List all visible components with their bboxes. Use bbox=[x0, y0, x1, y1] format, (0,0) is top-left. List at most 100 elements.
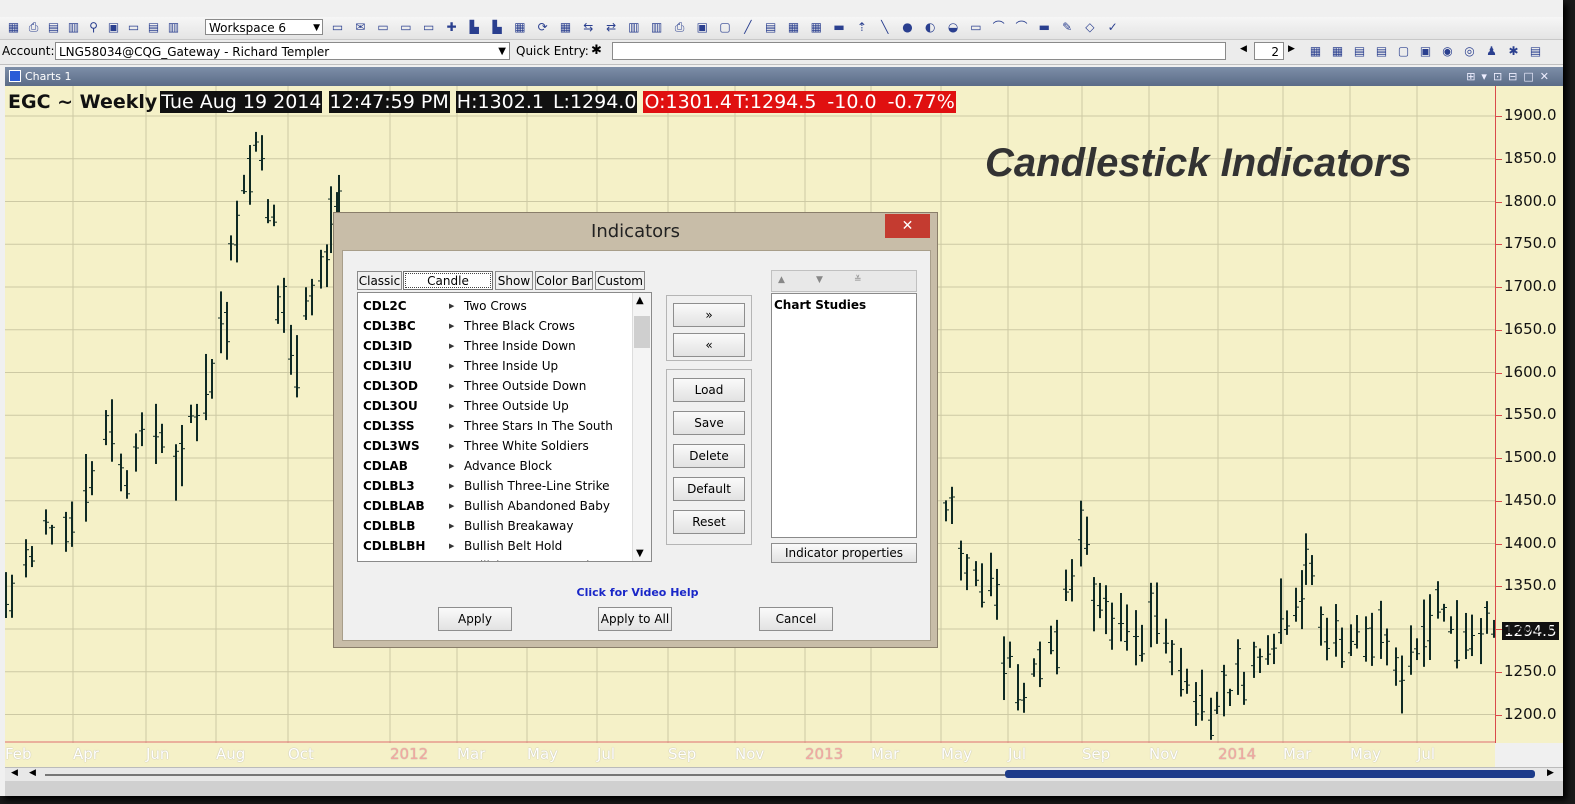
tab-candle-pattern[interactable]: Candle Pattern bbox=[403, 271, 493, 306]
toolbar-icon[interactable]: ▦ bbox=[786, 20, 801, 35]
toolbar-icon[interactable]: ▭ bbox=[376, 20, 391, 35]
toolbar-icon[interactable]: ▦ bbox=[558, 20, 573, 35]
list-item[interactable]: CDL3IU ▶ Three Inside Up bbox=[358, 356, 633, 376]
toolbar-icon[interactable]: ▭ bbox=[126, 20, 141, 35]
scroll-up-icon[interactable]: ▲ bbox=[636, 295, 644, 306]
toolbar-icon[interactable]: ╲ bbox=[877, 20, 892, 35]
toolbar-icon[interactable]: ▭ bbox=[330, 20, 345, 35]
scroll-down-icon[interactable]: ▼ bbox=[636, 548, 644, 559]
tab-show[interactable]: Show bbox=[495, 271, 533, 290]
delete-button[interactable]: Delete bbox=[673, 444, 745, 468]
toolbar-icon[interactable]: ✎ bbox=[1060, 20, 1075, 35]
toolbar-icon[interactable]: ✱ bbox=[1506, 44, 1521, 59]
toolbar-icon[interactable]: ⇆ bbox=[581, 20, 596, 35]
quick-entry-input[interactable] bbox=[612, 42, 1226, 60]
toolbar-icon[interactable]: ◐ bbox=[923, 20, 938, 35]
account-select[interactable]: LNG58034@CQG_Gateway - Richard Templer ▼ bbox=[55, 42, 510, 60]
list-item[interactable]: CDL3WS ▶ Three White Soldiers bbox=[358, 436, 633, 456]
list-item[interactable]: CDLAB ▶ Advance Block bbox=[358, 456, 633, 476]
list-item[interactable]: CDLBLB ▶ Bullish Breakaway bbox=[358, 516, 633, 536]
toolbar-icon[interactable]: ⟳ bbox=[535, 20, 550, 35]
list-item[interactable]: CDLBLBH ▶ Bullish Belt Hold bbox=[358, 536, 633, 556]
indicator-properties-button[interactable]: Indicator properties bbox=[771, 543, 917, 563]
toolbar-icon[interactable]: ⇄ bbox=[604, 20, 619, 35]
toolbar-icon[interactable]: ▬ bbox=[1037, 20, 1052, 35]
expand-arrow-icon[interactable]: ▶ bbox=[449, 296, 454, 316]
remove-indicator-button[interactable]: « bbox=[673, 333, 745, 357]
apply-to-all-button[interactable]: Apply to All bbox=[598, 607, 672, 631]
save-button[interactable]: Save bbox=[673, 411, 745, 435]
scroll-track[interactable] bbox=[45, 774, 1005, 776]
workspace-select[interactable]: Workspace 6 ▼ bbox=[205, 19, 323, 35]
toolbar-icon[interactable]: ▭ bbox=[398, 20, 413, 35]
toolbar-icon[interactable]: ⎙ bbox=[672, 20, 687, 35]
toolbar-icon[interactable]: ▥ bbox=[626, 20, 641, 35]
apply-button[interactable]: Apply bbox=[438, 607, 512, 631]
spin-value[interactable]: 2 bbox=[1254, 42, 1284, 60]
toolbar-icon[interactable]: ✚ bbox=[444, 20, 459, 35]
expand-arrow-icon[interactable]: ▶ bbox=[449, 496, 454, 516]
expand-arrow-icon[interactable]: ▶ bbox=[449, 436, 454, 456]
move-up-icon[interactable]: ▲ bbox=[778, 275, 785, 285]
toolbar-icon[interactable]: ▥ bbox=[66, 20, 81, 35]
toolbar-icon[interactable]: ▦ bbox=[1308, 44, 1323, 59]
toolbar-icon[interactable]: ▣ bbox=[695, 20, 710, 35]
list-item[interactable]: CDL3BC ▶ Three Black Crows bbox=[358, 316, 633, 336]
toolbar-icon[interactable]: ▙ bbox=[490, 20, 505, 35]
expand-arrow-icon[interactable]: ▶ bbox=[449, 516, 454, 536]
expand-arrow-icon[interactable]: ▶ bbox=[449, 456, 454, 476]
expand-arrow-icon[interactable]: ▶ bbox=[449, 356, 454, 376]
chart-studies-list[interactable]: Chart Studies bbox=[771, 293, 917, 538]
toolbar-icon[interactable]: ▤ bbox=[1352, 44, 1367, 59]
quick-entry-icon[interactable]: ✱ bbox=[591, 43, 602, 58]
toolbar-icon[interactable]: ▢ bbox=[1396, 44, 1411, 59]
list-item[interactable]: CDL3ID ▶ Three Inside Down bbox=[358, 336, 633, 356]
toolbar-icon[interactable]: ⌒ bbox=[991, 20, 1006, 35]
toolbar-icon[interactable]: ◉ bbox=[1440, 44, 1455, 59]
toolbar-icon[interactable]: ▦ bbox=[6, 20, 21, 35]
scroll-left2-icon[interactable]: ◀ bbox=[29, 768, 36, 778]
toolbar-icon[interactable]: ▙ bbox=[467, 20, 482, 35]
toolbar-icon[interactable]: ◒ bbox=[946, 20, 961, 35]
toolbar-icon[interactable]: ▥ bbox=[649, 20, 664, 35]
toolbar-icon[interactable]: ▦ bbox=[1330, 44, 1345, 59]
expand-arrow-icon[interactable]: ▶ bbox=[449, 316, 454, 336]
pattern-list[interactable]: CDL2C ▶ Two Crows CDL3BC ▶ Three Black Crows C… bbox=[357, 292, 652, 562]
expand-arrow-icon[interactable]: ▶ bbox=[449, 336, 454, 356]
toolbar-icon[interactable]: ⚲ bbox=[86, 20, 101, 35]
toolbar-icon[interactable]: ▦ bbox=[809, 20, 824, 35]
toolbar-icon[interactable]: ▤ bbox=[46, 20, 61, 35]
toolbar-icon[interactable]: ▣ bbox=[106, 20, 121, 35]
reset-button[interactable]: Reset bbox=[673, 510, 745, 534]
spin-left-icon[interactable]: ◀ bbox=[1240, 44, 1247, 54]
toolbar-icon[interactable]: ▥ bbox=[166, 20, 181, 35]
toolbar-icon[interactable]: ◎ bbox=[1462, 44, 1477, 59]
move-down-icon[interactable]: ▼ bbox=[816, 275, 823, 285]
toolbar-icon[interactable]: ✉ bbox=[353, 20, 368, 35]
spin-right-icon[interactable]: ▶ bbox=[1288, 44, 1295, 54]
list-scrollbar[interactable]: ▲ ▼ bbox=[632, 293, 651, 561]
toolbar-icon[interactable]: ▤ bbox=[1374, 44, 1389, 59]
tab-color-bar[interactable]: Color Bar bbox=[535, 271, 593, 290]
toolbar-icon[interactable]: ▤ bbox=[146, 20, 161, 35]
expand-arrow-icon[interactable]: ▶ bbox=[449, 536, 454, 556]
toolbar-icon[interactable]: ⎙ bbox=[26, 20, 41, 35]
expand-arrow-icon[interactable]: ▶ bbox=[449, 416, 454, 436]
toolbar-icon[interactable]: ▣ bbox=[1418, 44, 1433, 59]
list-item[interactable]: CDL3OD ▶ Three Outside Down bbox=[358, 376, 633, 396]
move-bottom-icon[interactable]: ≚ bbox=[854, 275, 862, 285]
close-button[interactable]: ✕ bbox=[885, 214, 930, 238]
toolbar-icon[interactable]: ◇ bbox=[1082, 20, 1097, 35]
toolbar-icon[interactable]: ⇡ bbox=[854, 20, 869, 35]
add-indicator-button[interactable]: » bbox=[673, 303, 745, 327]
default-button[interactable]: Default bbox=[673, 477, 745, 501]
expand-arrow-icon[interactable]: ▶ bbox=[449, 556, 454, 561]
list-item[interactable]: CDL2C ▶ Two Crows bbox=[358, 296, 633, 316]
scroll-left-icon[interactable]: ◀ bbox=[11, 768, 18, 778]
toolbar-icon[interactable]: ▭ bbox=[421, 20, 436, 35]
scroll-thumb[interactable] bbox=[1005, 770, 1535, 778]
list-item[interactable]: CDLBLC ▶ Bullish Counterattack bbox=[358, 556, 633, 561]
expand-arrow-icon[interactable]: ▶ bbox=[449, 476, 454, 496]
list-item[interactable]: CDLBLAB ▶ Bullish Abandoned Baby bbox=[358, 496, 633, 516]
window-controls[interactable]: ⊞▾⊡⊟□✕ bbox=[1466, 67, 1555, 86]
